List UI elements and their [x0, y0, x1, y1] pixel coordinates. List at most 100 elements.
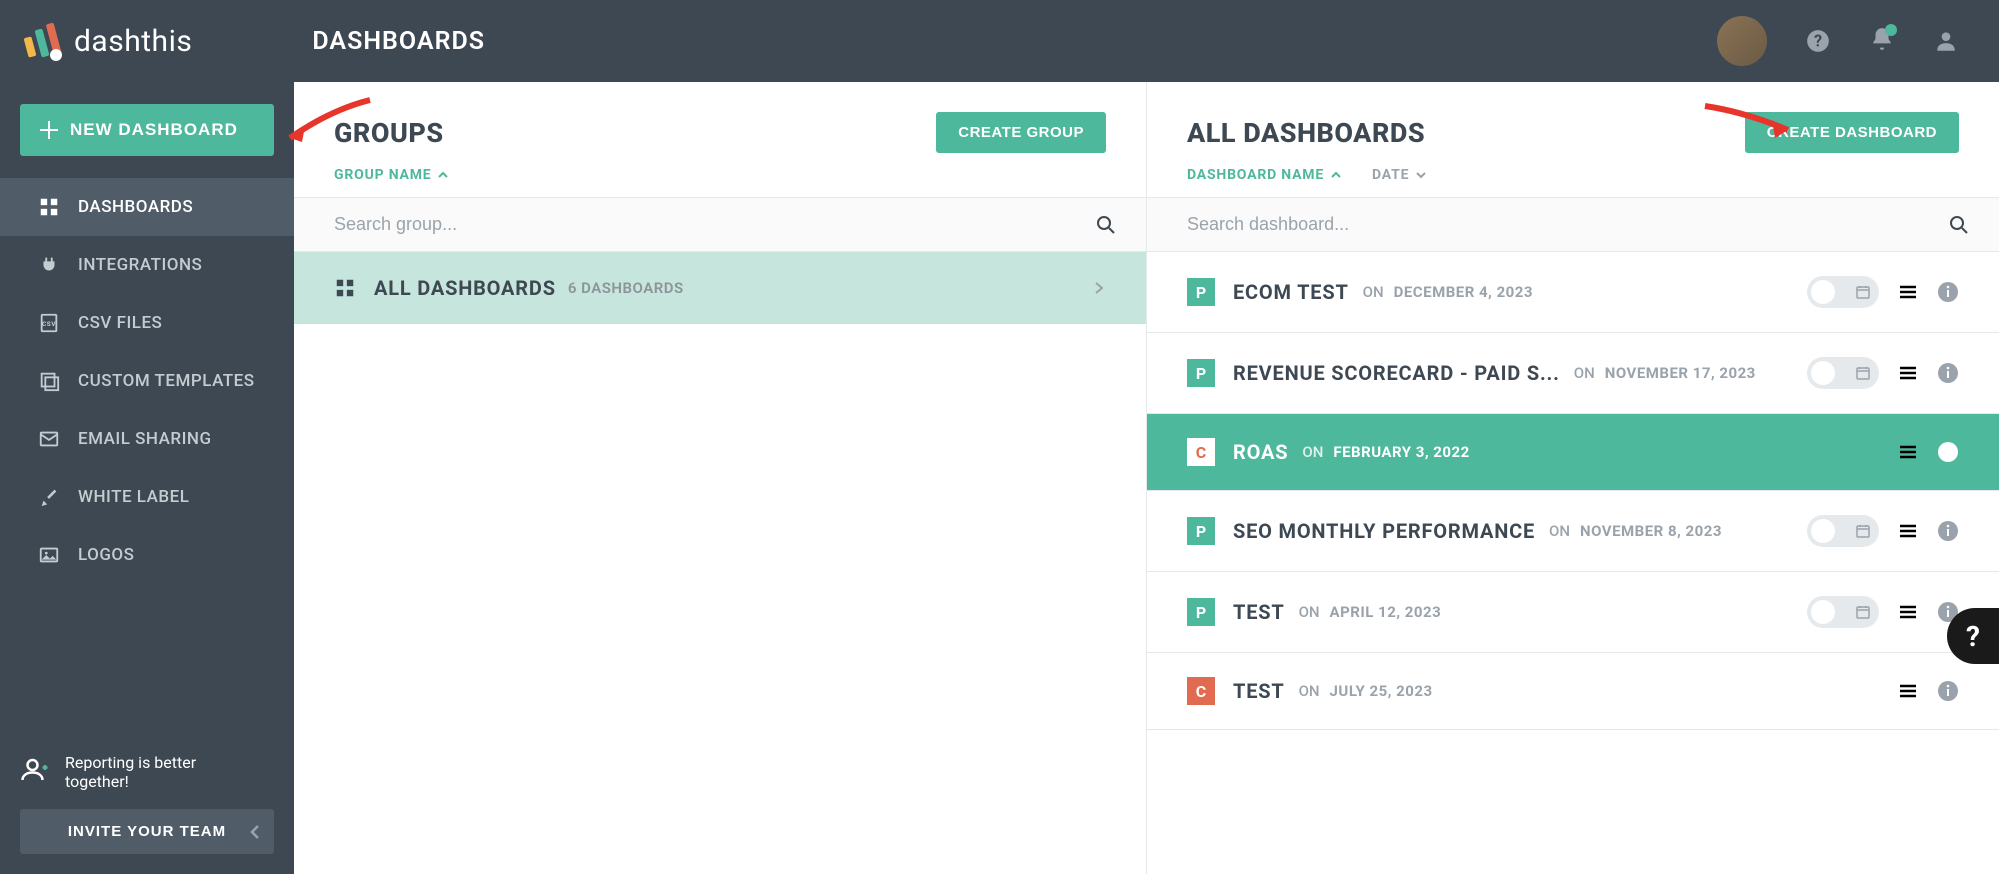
sidebar-item-integrations[interactable]: INTEGRATIONS: [0, 236, 294, 294]
brand-name: dashthis: [74, 24, 192, 59]
sidebar-item-whitelabel[interactable]: WHITE LABEL: [0, 468, 294, 526]
dashboard-row[interactable]: PTESTONAPRIL 12, 2023: [1147, 572, 1999, 653]
team-promo: Reporting is better together!: [20, 753, 274, 791]
dashboard-name: ECOM TEST: [1233, 280, 1349, 304]
dashboard-row[interactable]: PECOM TESTONDECEMBER 4, 2023: [1147, 252, 1999, 333]
sidebar-item-label: CUSTOM TEMPLATES: [78, 371, 255, 391]
sidebar: NEW DASHBOARD DASHBOARDS INTEGRATIONS CS…: [0, 82, 294, 874]
invite-team-button[interactable]: INVITE YOUR TEAM: [20, 809, 274, 854]
calendar-icon: [1855, 284, 1871, 300]
promo-line2: together!: [65, 772, 196, 791]
new-dashboard-label: NEW DASHBOARD: [70, 120, 238, 140]
sidebar-item-label: DASHBOARDS: [78, 197, 193, 217]
schedule-toggle[interactable]: [1807, 596, 1879, 628]
csv-icon: CSV: [38, 312, 60, 334]
dashboard-date: NOVEMBER 17, 2023: [1605, 364, 1756, 382]
sidebar-item-label: INTEGRATIONS: [78, 255, 202, 275]
groups-panel: GROUPS CREATE GROUP GROUP NAME ALL DASHB…: [294, 82, 1147, 874]
new-dashboard-button[interactable]: NEW DASHBOARD: [20, 104, 274, 156]
sidebar-item-templates[interactable]: CUSTOM TEMPLATES: [0, 352, 294, 410]
brand-logo[interactable]: dashthis: [20, 19, 192, 63]
dashboard-icon: [334, 277, 356, 299]
dashboard-name: SEO MONTHLY PERFORMANCE: [1233, 519, 1535, 543]
on-label: ON: [1574, 364, 1595, 382]
on-label: ON: [1363, 283, 1384, 301]
sidebar-item-logos[interactable]: LOGOS: [0, 526, 294, 584]
dashboard-row[interactable]: C ROAS ON FEBRUARY 3, 2022: [1147, 414, 1999, 491]
sidebar-item-dashboards[interactable]: DASHBOARDS: [0, 178, 294, 236]
collapse-sidebar-button[interactable]: [248, 824, 264, 844]
menu-icon[interactable]: [1897, 601, 1919, 623]
group-all-dashboards[interactable]: ALL DASHBOARDS 6 DASHBOARDS: [294, 252, 1146, 324]
sort-asc-icon: [1330, 169, 1342, 181]
chevron-left-icon: [248, 824, 264, 840]
create-dashboard-button[interactable]: CREATE DASHBOARD: [1745, 112, 1959, 153]
sidebar-item-label: WHITE LABEL: [78, 487, 189, 507]
on-label: ON: [1549, 522, 1570, 540]
dashboard-date: JULY 25, 2023: [1330, 682, 1433, 700]
chevron-right-icon: [1092, 281, 1106, 295]
info-icon[interactable]: [1937, 680, 1959, 702]
notifications-button[interactable]: [1869, 26, 1895, 56]
info-icon[interactable]: [1937, 441, 1959, 463]
help-fab[interactable]: ?: [1947, 608, 1999, 664]
info-icon[interactable]: [1937, 520, 1959, 542]
notification-dot: [1885, 24, 1897, 36]
dashboard-row[interactable]: PREVENUE SCORECARD - PAID S...ONNOVEMBER…: [1147, 333, 1999, 414]
avatar[interactable]: [1717, 16, 1767, 66]
menu-icon[interactable]: [1897, 281, 1919, 303]
dashboard-name: ROAS: [1233, 440, 1288, 464]
schedule-toggle[interactable]: [1807, 515, 1879, 547]
schedule-toggle[interactable]: [1807, 276, 1879, 308]
sidebar-item-label: EMAIL SHARING: [78, 429, 212, 449]
calendar-icon: [1855, 365, 1871, 381]
user-icon[interactable]: [1933, 28, 1959, 54]
sidebar-item-label: CSV FILES: [78, 313, 162, 333]
on-label: ON: [1299, 603, 1320, 621]
sidebar-item-email[interactable]: EMAIL SHARING: [0, 410, 294, 468]
sidebar-item-label: LOGOS: [78, 545, 134, 565]
calendar-icon: [1855, 523, 1871, 539]
plus-icon: [40, 121, 58, 139]
schedule-toggle[interactable]: [1807, 357, 1879, 389]
info-icon[interactable]: [1937, 362, 1959, 384]
templates-icon: [38, 370, 60, 392]
add-user-icon: [20, 755, 50, 785]
dashboard-row[interactable]: CTESTONJULY 25, 2023: [1147, 653, 1999, 730]
groups-title: GROUPS: [334, 117, 444, 149]
search-group-input[interactable]: [294, 198, 1146, 251]
menu-icon[interactable]: [1897, 441, 1919, 463]
dashboard-type-badge: P: [1187, 598, 1215, 626]
create-group-button[interactable]: CREATE GROUP: [936, 112, 1106, 153]
info-icon[interactable]: [1937, 281, 1959, 303]
on-label: ON: [1299, 682, 1320, 700]
help-icon[interactable]: ?: [1805, 28, 1831, 54]
sort-asc-icon: [437, 169, 449, 181]
menu-icon[interactable]: [1897, 362, 1919, 384]
dashboard-date: NOVEMBER 8, 2023: [1580, 522, 1722, 540]
dashboard-row[interactable]: PSEO MONTHLY PERFORMANCEONNOVEMBER 8, 20…: [1147, 491, 1999, 572]
dashboards-title: ALL DASHBOARDS: [1187, 117, 1425, 149]
page-title: DASHBOARDS: [312, 27, 485, 56]
sort-group-name[interactable]: GROUP NAME: [334, 167, 449, 183]
menu-icon[interactable]: [1897, 680, 1919, 702]
group-count: 6 DASHBOARDS: [568, 279, 684, 297]
sort-date[interactable]: DATE: [1372, 167, 1427, 183]
dashboard-name: REVENUE SCORECARD - PAID S...: [1233, 361, 1560, 385]
sort-desc-icon: [1415, 169, 1427, 181]
dashboard-date: APRIL 12, 2023: [1330, 603, 1442, 621]
search-dashboard-input[interactable]: [1147, 198, 1999, 251]
dashboard-date: FEBRUARY 3, 2022: [1333, 443, 1469, 461]
logo-icon: [20, 19, 64, 63]
sidebar-item-csv[interactable]: CSV CSV FILES: [0, 294, 294, 352]
search-icon: [1949, 215, 1969, 235]
on-label: ON: [1302, 443, 1323, 461]
menu-icon[interactable]: [1897, 520, 1919, 542]
svg-text:CSV: CSV: [42, 320, 56, 328]
calendar-icon: [1855, 604, 1871, 620]
sort-dashboard-name[interactable]: DASHBOARD NAME: [1187, 167, 1342, 183]
svg-text:?: ?: [1814, 31, 1822, 50]
search-icon: [1096, 215, 1116, 235]
dashboard-type-badge: C: [1187, 438, 1215, 466]
dashboard-type-badge: P: [1187, 278, 1215, 306]
